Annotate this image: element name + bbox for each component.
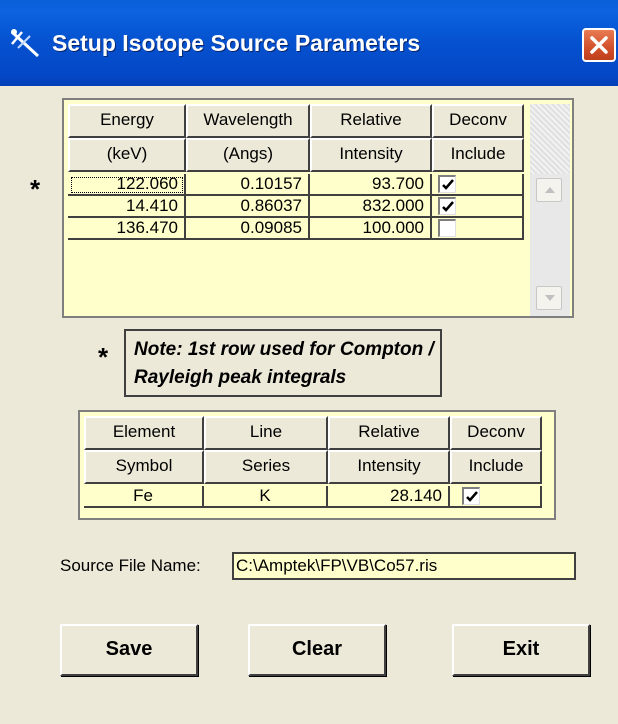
include-checkbox[interactable] xyxy=(438,219,456,237)
include-checkbox[interactable] xyxy=(438,175,456,193)
intensity-cell[interactable]: 832.000 xyxy=(310,196,432,218)
note-marker: * xyxy=(98,342,109,372)
include-cell xyxy=(432,196,524,218)
header-relative: Relative xyxy=(310,104,432,138)
header-deconv: Deconv xyxy=(450,416,542,450)
header-wavelength: Wavelength xyxy=(186,104,310,138)
element-table[interactable]: Element Line Relative Deconv Symbol Seri… xyxy=(78,410,556,520)
header-series: Series xyxy=(204,450,328,484)
current-row-marker: * xyxy=(30,174,41,204)
close-button[interactable] xyxy=(582,28,616,62)
scroll-up-button[interactable] xyxy=(536,178,562,202)
wavelength-cell[interactable]: 0.09085 xyxy=(186,218,310,240)
intensity-cell[interactable]: 93.700 xyxy=(310,174,432,196)
include-checkbox[interactable] xyxy=(462,487,480,505)
energy-table[interactable]: Energy Wavelength Relative Deconv (keV) … xyxy=(62,98,574,318)
header-angs: (Angs) xyxy=(186,138,310,172)
title-bar[interactable]: Setup Isotope Source Parameters xyxy=(0,0,618,86)
header-kev: (keV) xyxy=(68,138,186,172)
dialog-window: Setup Isotope Source Parameters Energy W… xyxy=(0,0,618,724)
note-text: Note: 1st row used for Compton / Rayleig… xyxy=(134,339,434,388)
wavelength-cell[interactable]: 0.86037 xyxy=(186,196,310,218)
include-cell xyxy=(450,486,542,508)
window-title: Setup Isotope Source Parameters xyxy=(52,30,421,56)
intensity-cell[interactable]: 28.140 xyxy=(328,486,450,508)
exit-button[interactable]: Exit xyxy=(452,624,590,676)
header-include: Include xyxy=(432,138,524,172)
note-box: Note: 1st row used for Compton / Rayleig… xyxy=(124,329,442,397)
header-line: Line xyxy=(204,416,328,450)
header-element: Element xyxy=(84,416,204,450)
include-checkbox[interactable] xyxy=(438,197,456,215)
intensity-cell[interactable]: 100.000 xyxy=(310,218,432,240)
source-file-input[interactable]: C:\Amptek\FP\VB\Co57.ris xyxy=(232,552,576,580)
save-button[interactable]: Save xyxy=(60,624,198,676)
source-file-label: Source File Name: xyxy=(60,556,201,575)
element-cell[interactable]: Fe xyxy=(84,486,204,508)
series-cell[interactable]: K xyxy=(204,486,328,508)
header-energy: Energy xyxy=(68,104,186,138)
scroll-down-button[interactable] xyxy=(536,286,562,310)
checkmark-icon xyxy=(442,179,454,190)
header-intensity: Intensity xyxy=(310,138,432,172)
include-cell xyxy=(432,218,524,240)
clear-button[interactable]: Clear xyxy=(248,624,386,676)
scrollbar-track[interactable] xyxy=(530,104,570,174)
arrow-up-icon xyxy=(545,187,555,193)
header-intensity: Intensity xyxy=(328,450,450,484)
header-include: Include xyxy=(450,450,542,484)
header-symbol: Symbol xyxy=(84,450,204,484)
vertical-scrollbar[interactable] xyxy=(530,104,570,316)
xray-source-icon xyxy=(8,26,42,60)
checkmark-icon xyxy=(442,201,454,212)
energy-cell[interactable]: 136.470 xyxy=(68,218,186,240)
header-deconv: Deconv xyxy=(432,104,524,138)
include-cell xyxy=(432,174,524,196)
energy-cell[interactable]: 14.410 xyxy=(68,196,186,218)
checkmark-icon xyxy=(466,491,478,502)
arrow-down-icon xyxy=(545,295,555,301)
wavelength-cell[interactable]: 0.10157 xyxy=(186,174,310,196)
energy-cell[interactable]: 122.060 xyxy=(68,174,186,196)
header-relative: Relative xyxy=(328,416,450,450)
close-icon xyxy=(590,36,608,54)
